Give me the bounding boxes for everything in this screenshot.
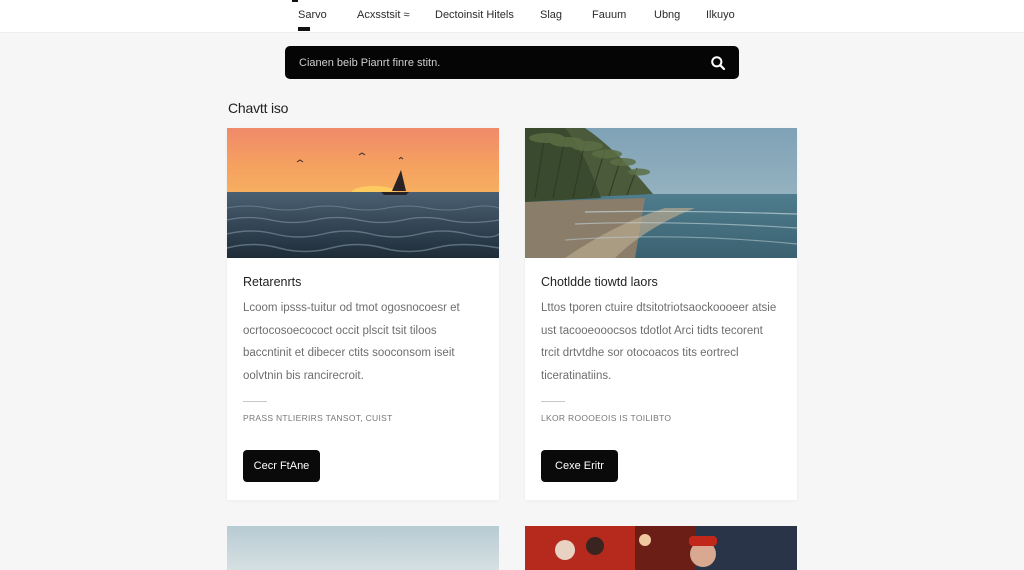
card-title: Retarenrts [243, 275, 302, 289]
nav-active-tick [292, 0, 298, 2]
nav-item-home[interactable]: Sarvo [298, 9, 327, 21]
article-card: Retarenrts Lcoom ipsss-tuitur od tmot og… [227, 128, 499, 500]
card-title: Chotldde tiowtd laors [541, 275, 658, 289]
search-input[interactable] [299, 46, 699, 79]
card-image-preview-festival[interactable] [525, 526, 797, 570]
nav-active-indicator [298, 27, 310, 31]
search-icon[interactable] [710, 55, 726, 71]
nav-item-more[interactable]: Ilkuyo [706, 9, 735, 21]
card-meta: PRASS NTLIERIRS TANSOT, CUIST [243, 413, 393, 423]
card-read-more-button[interactable]: Cexe Eritr [541, 450, 618, 482]
card-image-sunset-sea[interactable] [227, 128, 499, 258]
card-read-more-button[interactable]: Cecr FtAne [243, 450, 320, 482]
card-meta: LKOR ROOOEOIS IS TOILIBTO [541, 413, 672, 423]
card-body-text: Lcoom ipsss-tuitur od tmot ogosnocoesr e… [243, 302, 460, 382]
article-card: Chotldde tiowtd laors Lttos tporen ctuir… [525, 128, 797, 500]
nav-item-destinations[interactable]: Dectoinsit Hitels [435, 9, 514, 21]
nav-item-stay[interactable]: Slag [540, 9, 562, 21]
section-title: Chavtt iso [228, 100, 289, 116]
card-image-preview-sky[interactable] [227, 526, 499, 570]
card-divider [541, 401, 565, 402]
card-image-palm-beach[interactable] [525, 128, 797, 258]
nav-item-accessories[interactable]: Acxsstsit ≈ [357, 9, 410, 21]
nav-item-forum[interactable]: Fauum [592, 9, 626, 21]
card-body-text: Lttos tporen ctuire dtsitotriotsaockoooe… [541, 302, 777, 382]
card-divider [243, 401, 267, 402]
nav-item-blog[interactable]: Ubng [654, 9, 680, 21]
top-navigation: Sarvo Acxsstsit ≈ Dectoinsit Hitels Slag… [0, 0, 1024, 33]
search-bar [285, 46, 739, 79]
